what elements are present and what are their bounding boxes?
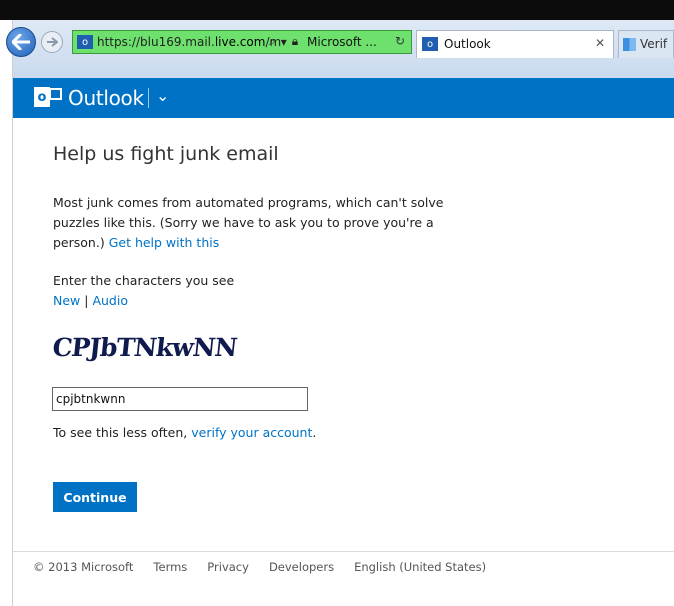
new-captcha-link[interactable]: New [53, 293, 80, 308]
captcha-image: CPJbTNkwNN [53, 332, 238, 362]
lock-icon[interactable]: 🔒︎ [292, 34, 298, 49]
back-button[interactable] [6, 27, 36, 57]
developers-link[interactable]: Developers [269, 560, 334, 574]
address-bar[interactable]: o https://blu169.mail.live.com/m ⌕ ▾ 🔒︎ … [72, 30, 412, 54]
continue-button[interactable]: Continue [53, 482, 137, 512]
site-identity[interactable]: Microsoft ... [307, 35, 377, 49]
language-link[interactable]: English (United States) [354, 560, 486, 574]
close-tab-icon[interactable]: ✕ [595, 36, 605, 50]
get-help-link[interactable]: Get help with this [109, 235, 220, 250]
captcha-input[interactable] [52, 387, 308, 411]
outlook-favicon: o [77, 35, 93, 49]
junk-explanation: Most junk comes from automated programs,… [53, 193, 453, 253]
address-url[interactable]: https://blu169.mail.live.com/m [97, 35, 281, 49]
audio-captcha-link[interactable]: Audio [92, 293, 128, 308]
verify-hint-period: . [312, 425, 317, 440]
tab-outlook[interactable]: o Outlook ✕ [416, 30, 614, 58]
arrow-left-icon [12, 34, 30, 50]
privacy-link[interactable]: Privacy [207, 560, 249, 574]
chevron-down-icon[interactable]: ⌄ [156, 86, 169, 105]
app-name[interactable]: Outlook [68, 86, 144, 110]
terms-link[interactable]: Terms [153, 560, 187, 574]
refresh-icon[interactable]: ↻ [395, 34, 405, 48]
tab-verify-label: Verif [640, 37, 668, 51]
footer-divider [13, 551, 674, 552]
footer: © 2013 Microsoft Terms Privacy Developer… [33, 560, 486, 574]
link-separator: | [84, 293, 89, 308]
verify-account-link[interactable]: verify your account [191, 425, 312, 440]
copyright: © 2013 Microsoft [33, 560, 134, 574]
envelope-icon [49, 88, 62, 100]
window-left-edge [0, 20, 13, 606]
forward-button[interactable] [41, 31, 63, 53]
outlook-header: o Outlook ⌄ [13, 78, 674, 118]
tab-outlook-label: Outlook [444, 37, 491, 51]
captcha-instruction: Enter the characters you see [53, 273, 235, 288]
explanation-line-3: person.) [53, 235, 105, 250]
explanation-line-1: Most junk comes from automated programs,… [53, 195, 444, 210]
window-top-bar [0, 0, 674, 20]
arrow-right-icon [47, 37, 58, 47]
explanation-line-2: puzzles like this. (Sorry we have to ask… [53, 215, 434, 230]
tab-verify[interactable]: Verif [618, 30, 674, 58]
verify-hint: To see this less often, verify your acco… [53, 425, 316, 440]
outlook-logo-icon[interactable]: o [34, 87, 50, 107]
verify-hint-text: To see this less often, [53, 425, 188, 440]
outlook-tab-icon: o [422, 37, 438, 51]
search-icon[interactable]: ⌕ [269, 34, 276, 49]
windows-logo-icon [623, 38, 636, 51]
captcha-text: CPJbTNkwNN [53, 332, 238, 362]
dropdown-icon[interactable]: ▾ [281, 35, 287, 49]
header-divider [148, 88, 149, 108]
page-title: Help us fight junk email [53, 143, 279, 165]
